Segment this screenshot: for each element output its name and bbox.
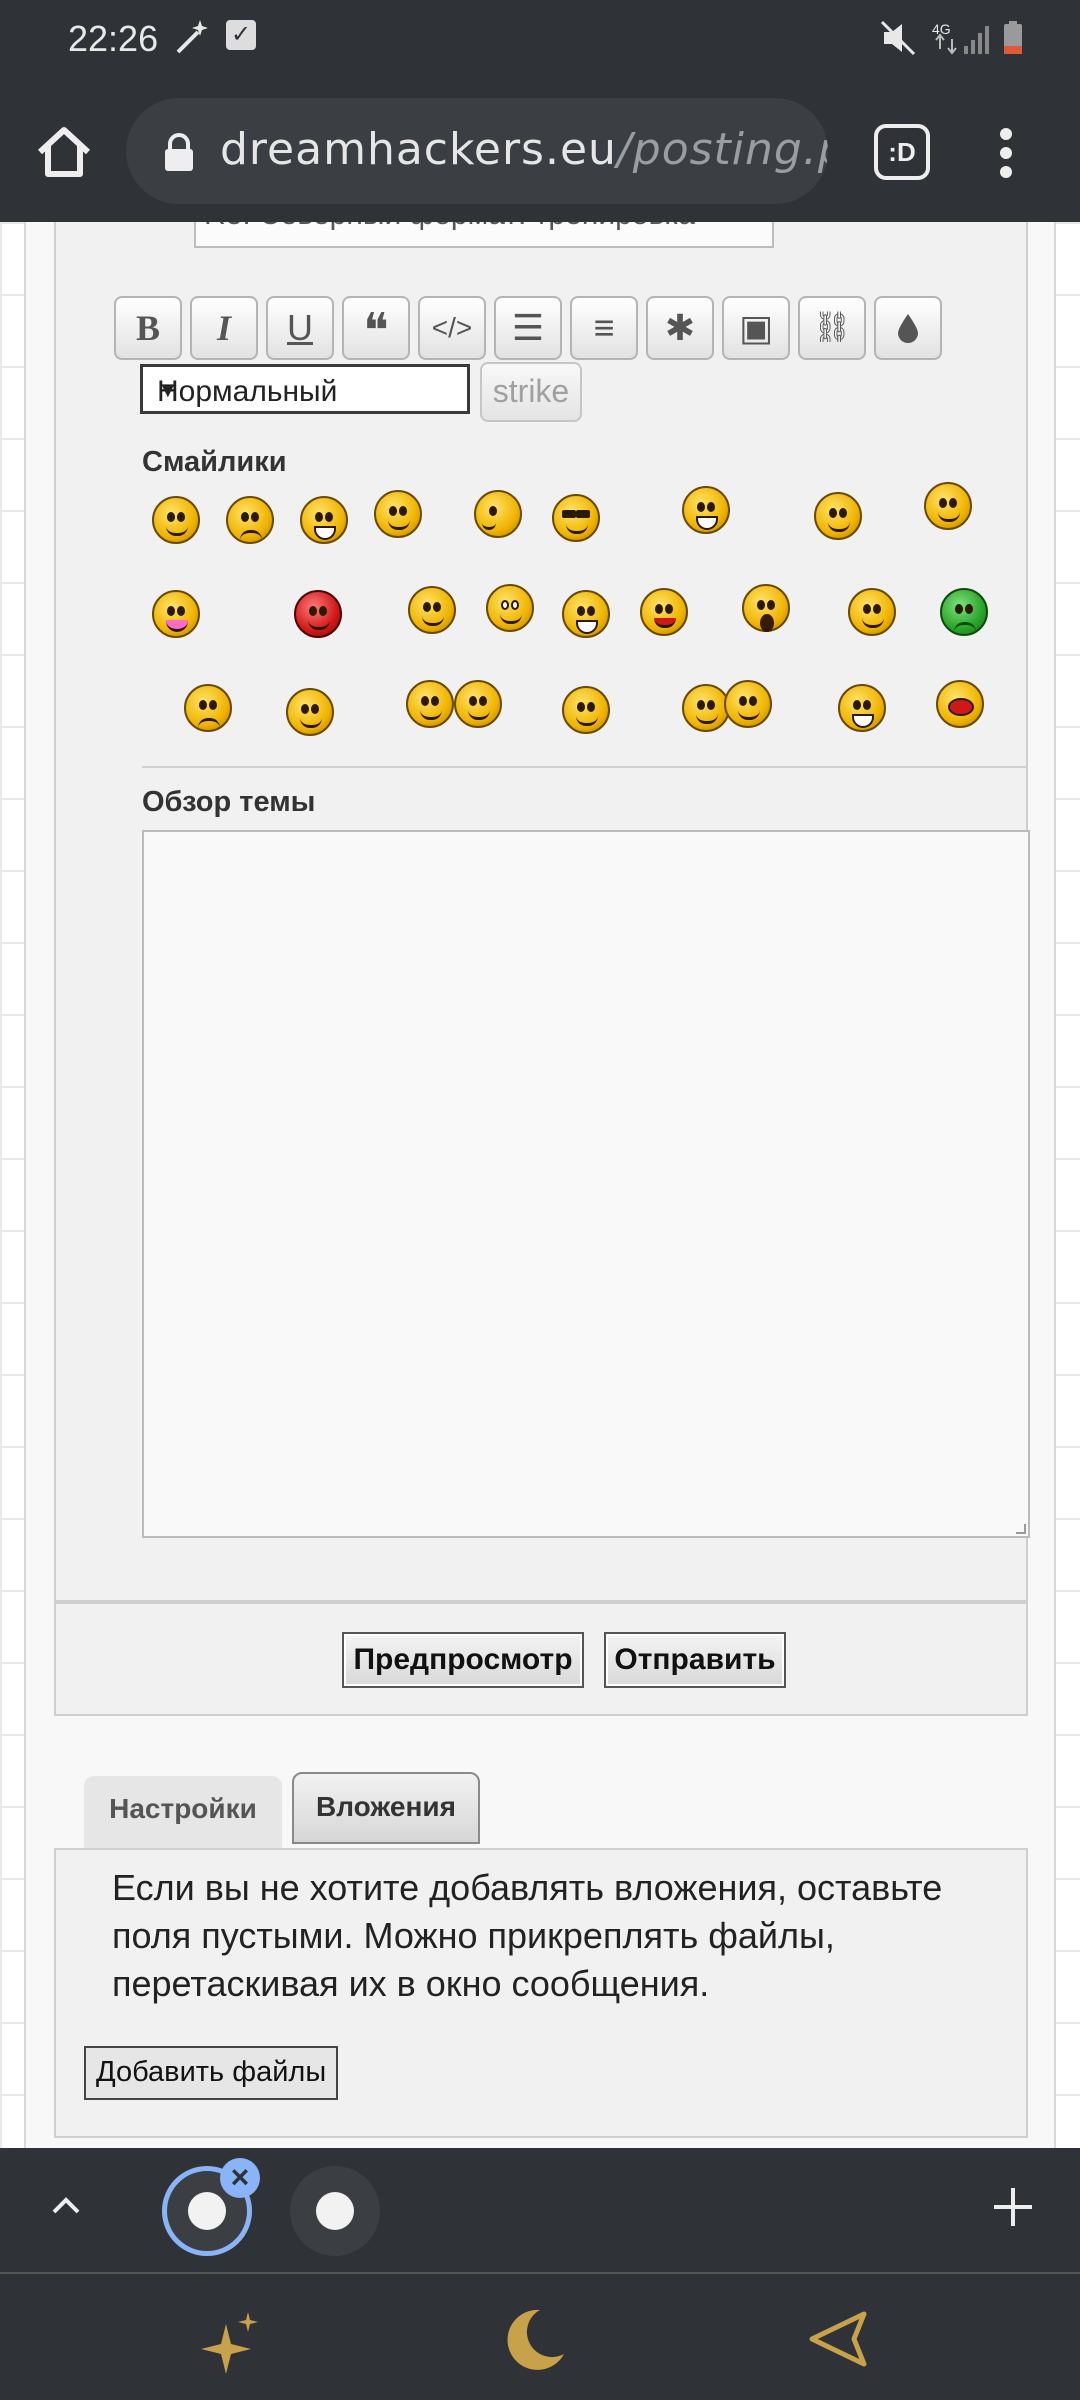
magic-wand-icon <box>176 20 208 54</box>
globe-icon <box>316 2192 354 2230</box>
list-button[interactable]: ☰ <box>494 296 562 360</box>
smiley-icon[interactable] <box>408 586 456 634</box>
divider <box>142 766 1028 768</box>
smiley-icon[interactable] <box>682 486 730 534</box>
smiley-icon[interactable] <box>682 684 730 732</box>
subject-input[interactable]: Re: Северный формат: тренировка <box>194 222 774 248</box>
url-text: dreamhackers.eu/posting.php? <box>220 124 828 175</box>
dropdown-arrow-icon: ▼ <box>157 377 179 402</box>
moon-icon[interactable] <box>500 2304 570 2374</box>
preview-button[interactable]: Предпросмотр <box>342 1632 584 1688</box>
underline-button[interactable]: U <box>266 296 334 360</box>
url-path: /posting.php? <box>616 124 828 175</box>
smiley-icon[interactable] <box>184 684 232 732</box>
ordered-list-button[interactable]: ≡ <box>570 296 638 360</box>
drop-icon <box>898 314 918 343</box>
asterisk-icon: ✱ <box>664 307 696 348</box>
smiley-icon[interactable] <box>848 588 896 636</box>
smiley-icon[interactable] <box>742 584 790 632</box>
bold-button[interactable]: B <box>114 296 182 360</box>
code-button[interactable]: </> <box>418 296 486 360</box>
network-type: 4G <box>932 21 951 37</box>
quote-button[interactable]: ❝ <box>342 296 410 360</box>
smiley-icon[interactable] <box>640 588 688 636</box>
signal-icon <box>964 26 989 54</box>
submit-panel: Предпросмотр Отправить <box>54 1602 1028 1716</box>
tab-settings[interactable]: Настройки <box>84 1776 282 1848</box>
smiley-icon[interactable] <box>936 680 984 728</box>
home-icon[interactable] <box>32 120 96 184</box>
status-bar: 22:26 ✓ 4G <box>0 0 1080 80</box>
image-icon: ▣ <box>738 307 773 348</box>
smiley-icon[interactable] <box>286 688 334 736</box>
smiley-icon[interactable] <box>940 588 988 636</box>
battery-low-icon <box>1004 21 1022 54</box>
new-tab-icon[interactable] <box>988 2182 1038 2232</box>
font-size-select[interactable]: Нормальный ▼ <box>140 364 470 414</box>
lock-icon <box>165 133 193 171</box>
smiley-icon[interactable] <box>152 496 200 544</box>
list-icon: ☰ <box>511 307 545 348</box>
ordered-list-icon: ≡ <box>593 307 615 348</box>
link-icon: ⛓ <box>812 311 852 344</box>
system-status-icons: 4G <box>880 20 1022 56</box>
image-button[interactable]: ▣ <box>722 296 790 360</box>
system-nav-bar <box>0 2274 1080 2400</box>
chevron-up-icon[interactable] <box>46 2186 86 2226</box>
sparkle-icon[interactable] <box>196 2304 266 2374</box>
globe-icon <box>188 2192 226 2230</box>
extension-button[interactable]: :D <box>874 124 930 180</box>
smiley-icon[interactable] <box>152 590 200 638</box>
menu-dots-icon[interactable] <box>988 124 1024 184</box>
checkbox-icon: ✓ <box>226 20 256 50</box>
submit-button[interactable]: Отправить <box>604 1632 786 1688</box>
smiley-icon[interactable] <box>454 680 502 728</box>
smiley-icon[interactable] <box>838 684 886 732</box>
smiley-icon[interactable] <box>562 686 610 734</box>
smiley-icon[interactable] <box>724 680 772 728</box>
smiley-icon[interactable] <box>406 680 454 728</box>
smiley-icon[interactable] <box>552 494 600 542</box>
attachments-panel: Если вы не хотите добавлять вложения, ос… <box>54 1848 1028 2138</box>
smiley-icon[interactable] <box>486 584 534 632</box>
url-domain: dreamhackers.eu <box>220 124 617 175</box>
smiley-icon[interactable] <box>924 482 972 530</box>
browser-tab-strip: × <box>0 2148 1080 2274</box>
web-page: Re: Северный формат: тренировка B I U ❝ … <box>0 222 1080 2148</box>
italic-button[interactable]: I <box>190 296 258 360</box>
close-tab-icon[interactable]: × <box>220 2158 260 2198</box>
smilies-title: Смайлики <box>142 446 287 478</box>
add-files-button[interactable]: Добавить файлы <box>84 2046 339 2100</box>
attachments-info: Если вы не хотите добавлять вложения, ос… <box>112 1867 943 2004</box>
subject-value: Re: Северный формат: тренировка <box>204 222 695 232</box>
devil-smiley-icon[interactable] <box>294 590 342 638</box>
browser-tab[interactable] <box>290 2166 380 2256</box>
browser-toolbar: dreamhackers.eu/posting.php? :D <box>0 80 1080 222</box>
smiley-icon[interactable] <box>300 496 348 544</box>
color-button[interactable] <box>874 296 942 360</box>
address-bar[interactable]: dreamhackers.eu/posting.php? <box>126 98 828 204</box>
topic-review-title: Обзор темы <box>142 786 316 818</box>
topic-review-box[interactable] <box>142 830 1030 1538</box>
code-icon: </> <box>431 312 473 343</box>
smiley-icon[interactable] <box>374 490 422 538</box>
tab-attachments[interactable]: Вложения <box>292 1772 480 1844</box>
smiley-icon[interactable] <box>226 496 274 544</box>
strike-button[interactable]: strike <box>480 362 582 422</box>
quote-icon: ❝ <box>363 305 389 358</box>
page-content: Re: Северный формат: тренировка B I U ❝ … <box>24 222 1056 2148</box>
post-form-panel: Re: Северный формат: тренировка B I U ❝ … <box>54 222 1030 1602</box>
mute-icon <box>880 20 916 56</box>
list-item-button[interactable]: ✱ <box>646 296 714 360</box>
resize-grip-icon[interactable] <box>1016 1524 1026 1534</box>
link-button[interactable]: ⛓ <box>798 296 866 360</box>
smiley-icon[interactable] <box>562 590 610 638</box>
smiley-icon[interactable] <box>474 490 522 538</box>
smiley-icon[interactable] <box>814 492 862 540</box>
clock: 22:26 <box>68 18 159 59</box>
back-triangle-icon[interactable] <box>804 2304 874 2374</box>
